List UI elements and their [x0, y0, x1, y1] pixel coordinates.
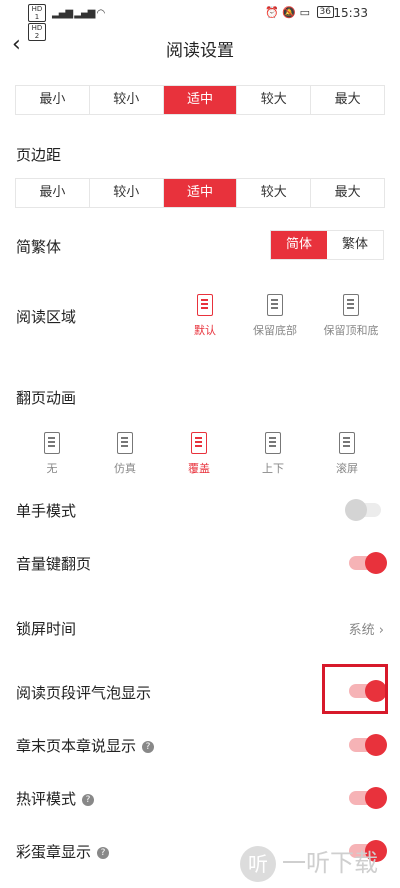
watermark-text: 一听下载	[282, 849, 378, 877]
anim-none[interactable]: 无	[17, 432, 87, 476]
margin-selector: 最小 较小 适中 较大 最大	[15, 178, 385, 208]
header: ‹ 阅读设置	[0, 30, 400, 66]
font-size-option-selected[interactable]: 适中	[163, 86, 238, 114]
lock-time-value[interactable]: 系统 ›	[349, 619, 384, 638]
font-size-option[interactable]: 较小	[90, 86, 164, 114]
reading-area-default-label: 默认	[194, 324, 216, 337]
anim-simulation[interactable]: 仿真	[90, 432, 160, 476]
margin-option[interactable]: 最小	[16, 179, 90, 207]
status-time: 15:33	[333, 6, 368, 20]
help-icon[interactable]: ?	[97, 847, 110, 859]
one-hand-label: 单手模式	[16, 502, 77, 520]
anim-vertical-label: 上下	[262, 462, 284, 475]
page-curl-icon	[117, 432, 133, 454]
reading-area-keep-bottom-label: 保留底部	[253, 324, 297, 337]
watermark: 听一听下载	[240, 843, 378, 882]
anim-simulation-label: 仿真	[114, 462, 136, 475]
font-size-option[interactable]: 较大	[237, 86, 312, 114]
margin-option[interactable]: 较小	[90, 179, 164, 207]
font-size-option[interactable]: 最小	[16, 86, 90, 114]
anim-scroll-label: 滚屏	[336, 462, 358, 475]
cover-page-icon	[191, 432, 207, 454]
chapter-end-label: 章末页本章说显示	[16, 737, 137, 755]
anim-cover-label: 覆盖	[188, 462, 210, 475]
page-anim-label: 翻页动画	[16, 389, 77, 407]
help-icon[interactable]: ?	[82, 794, 95, 806]
font-size-selector: 最小 较小 适中 较大 最大	[15, 85, 385, 115]
script-label: 简繁体	[16, 238, 62, 256]
battery-icon: 36	[316, 6, 334, 18]
highlight-box	[322, 664, 388, 714]
one-hand-toggle[interactable]	[345, 499, 381, 521]
chevron-right-icon: ›	[378, 623, 384, 638]
hd1-badge: HD 1	[28, 4, 46, 22]
hot-comment-label: 热评模式	[16, 790, 77, 808]
hot-comment-toggle[interactable]	[349, 787, 387, 809]
script-option-traditional[interactable]: 繁体	[327, 231, 383, 259]
signal-icon: ▂▄▆ ▂▄▆ ◠	[52, 8, 105, 19]
toggle-knob	[365, 734, 387, 756]
anim-cover[interactable]: 覆盖	[164, 432, 234, 476]
reading-area-keep-bottom[interactable]: 保留底部	[240, 294, 310, 338]
chapter-end-row: 章末页本章说显示?	[16, 735, 155, 756]
reading-area-label: 阅读区域	[16, 308, 77, 326]
volume-key-label: 音量键翻页	[16, 555, 92, 573]
toggle-knob	[365, 787, 387, 809]
margin-option[interactable]: 最大	[311, 179, 384, 207]
status-icons: ⏰ 🔕 ▭	[265, 6, 310, 19]
help-icon[interactable]: ?	[142, 741, 155, 753]
volume-key-toggle[interactable]	[349, 552, 387, 574]
reading-area-default[interactable]: 默认	[170, 294, 240, 338]
margin-option[interactable]: 较大	[237, 179, 312, 207]
anim-vertical[interactable]: 上下	[238, 432, 308, 476]
scroll-page-icon	[339, 432, 355, 454]
script-option-simplified[interactable]: 简体	[271, 231, 327, 259]
font-size-option[interactable]: 最大	[311, 86, 384, 114]
bubble-label: 阅读页段评气泡显示	[16, 684, 152, 702]
status-bar: HD 1 HD 2 ▂▄▆ ▂▄▆ ◠ ⏰ 🔕 ▭ 36 15:33	[0, 0, 400, 41]
anim-scroll[interactable]: 滚屏	[312, 432, 382, 476]
margin-label: 页边距	[16, 146, 62, 164]
chapter-end-toggle[interactable]	[349, 734, 387, 756]
page-bottom-icon	[267, 294, 283, 316]
toggle-knob	[365, 552, 387, 574]
fullscreen-page-icon	[197, 294, 213, 316]
lock-time-label: 锁屏时间	[16, 620, 77, 638]
document-icon	[44, 432, 60, 454]
lock-time-value-text: 系统	[348, 623, 375, 638]
watermark-logo: 听	[240, 846, 276, 882]
easter-egg-row: 彩蛋章显示?	[16, 841, 110, 862]
margin-option-selected[interactable]: 适中	[163, 179, 238, 207]
hot-comment-row: 热评模式?	[16, 788, 95, 809]
reading-area-keep-top-bottom-label: 保留顶和底	[323, 324, 379, 337]
toggle-knob	[345, 499, 367, 521]
page-top-bottom-icon	[343, 294, 359, 316]
easter-egg-label: 彩蛋章显示	[16, 843, 92, 861]
upload-page-icon	[265, 432, 281, 454]
reading-area-keep-top-bottom[interactable]: 保留顶和底	[316, 294, 386, 338]
page-title: 阅读设置	[166, 41, 234, 61]
script-selector: 简体 繁体	[270, 230, 384, 260]
anim-none-label: 无	[46, 462, 58, 475]
